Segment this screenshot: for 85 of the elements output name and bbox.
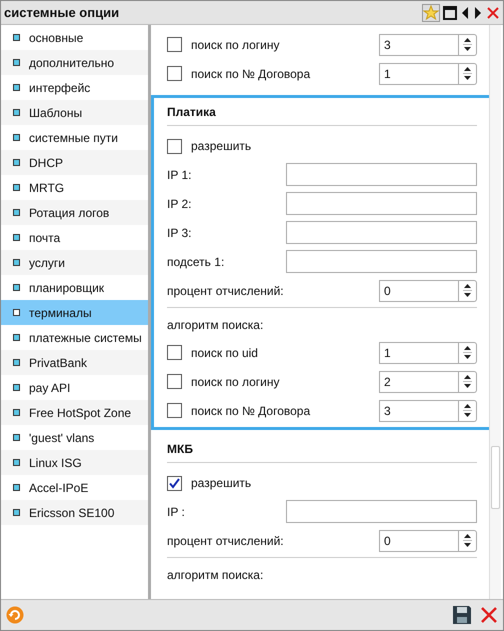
square-icon (13, 159, 20, 166)
field-label: процент отчислений: (167, 282, 284, 300)
spinner-arrows-icon[interactable] (459, 280, 477, 302)
text-input-field[interactable] (286, 221, 477, 244)
square-icon (13, 234, 20, 241)
sidebar-item[interactable]: Ротация логов (1, 200, 148, 225)
field-label: IP 3: (167, 224, 192, 242)
close-icon[interactable] (486, 6, 500, 20)
field-label: алгоритм поиска: (167, 567, 264, 584)
square-icon (13, 109, 20, 116)
number-field[interactable]: 0 (379, 280, 459, 302)
checkbox[interactable] (167, 37, 182, 52)
field-label: подсеть 1: (167, 254, 224, 270)
spinner-arrows-icon[interactable] (459, 62, 477, 84)
checkbox[interactable] (167, 476, 182, 490)
square-icon (13, 434, 20, 441)
square-icon (13, 484, 20, 491)
section-title: МКБ (167, 440, 193, 458)
text-input-field[interactable] (286, 192, 477, 215)
sidebar-item[interactable]: Ericsson SE100 (1, 500, 148, 525)
square-icon (13, 459, 20, 466)
sidebar-item[interactable]: терминалы (1, 300, 148, 325)
square-icon (13, 34, 20, 41)
square-icon (13, 134, 20, 141)
sidebar-item[interactable]: дополнительно (1, 50, 148, 75)
checkmark-icon (169, 478, 180, 488)
square-icon (13, 309, 20, 316)
sidebar-item[interactable]: Шаблоны (1, 100, 148, 125)
section-title: Платика (167, 104, 216, 120)
sidebar-item[interactable]: DHCP (1, 150, 148, 175)
spinner-arrows-icon[interactable] (459, 34, 477, 56)
option-label: поиск по № Договора (191, 66, 310, 82)
checkbox[interactable] (167, 66, 182, 81)
checkbox[interactable] (167, 374, 182, 389)
sidebar-item[interactable]: Free HotSpot Zone (1, 400, 148, 425)
close-icon[interactable] (480, 606, 498, 624)
field-label: IP : (167, 504, 185, 520)
number-field[interactable]: 1 (379, 342, 459, 364)
window-title: системные опции (4, 4, 120, 22)
number-field[interactable]: 3 (379, 34, 459, 56)
field-label: IP 2: (167, 196, 192, 212)
sidebar-item[interactable]: услуги (1, 250, 148, 275)
square-icon (13, 184, 20, 191)
left-arrow-icon[interactable] (460, 6, 470, 20)
option-label: разрешить (191, 138, 252, 155)
field-label: IP 1: (167, 166, 192, 184)
square-icon (13, 284, 20, 291)
text-input-field[interactable] (286, 500, 477, 523)
scrollbar-thumb[interactable] (491, 446, 500, 509)
checkbox[interactable] (167, 138, 182, 154)
scrollbar[interactable] (489, 25, 501, 599)
star-icon[interactable] (422, 4, 440, 22)
number-field[interactable]: 1 (379, 62, 459, 84)
square-icon (13, 409, 20, 416)
square-icon (13, 384, 20, 391)
option-label: поиск по uid (191, 344, 258, 362)
spinner-arrows-icon[interactable] (459, 370, 477, 392)
right-arrow-icon[interactable] (473, 6, 483, 20)
option-label: разрешить (191, 475, 252, 492)
option-label: поиск по логину (191, 36, 280, 54)
field-label: алгоритм поиска: (167, 317, 264, 334)
sidebar-item[interactable]: PrivatBank (1, 350, 148, 375)
spinner-arrows-icon[interactable] (459, 342, 477, 364)
spinner-arrows-icon[interactable] (459, 530, 477, 552)
checkbox[interactable] (167, 403, 182, 418)
text-input-field[interactable] (286, 163, 477, 186)
field-label: процент отчислений: (167, 532, 284, 550)
save-icon[interactable] (452, 605, 472, 625)
square-icon (13, 59, 20, 66)
text-input-field[interactable] (286, 250, 477, 273)
square-icon (13, 509, 20, 516)
square-icon (13, 259, 20, 266)
square-icon (13, 359, 20, 366)
number-field[interactable]: 2 (379, 370, 459, 392)
number-field[interactable]: 0 (379, 530, 459, 552)
maximize-icon[interactable] (443, 6, 457, 20)
square-icon (13, 209, 20, 216)
spinner-arrows-icon[interactable] (459, 400, 477, 422)
square-icon (13, 334, 20, 341)
checkbox[interactable] (167, 345, 182, 360)
option-label: поиск по № Договора (191, 402, 310, 420)
number-field[interactable]: 3 (379, 400, 459, 422)
option-label: поиск по логину (191, 374, 280, 390)
sidebar-item[interactable]: Linux ISG (1, 450, 148, 475)
square-icon (13, 84, 20, 91)
